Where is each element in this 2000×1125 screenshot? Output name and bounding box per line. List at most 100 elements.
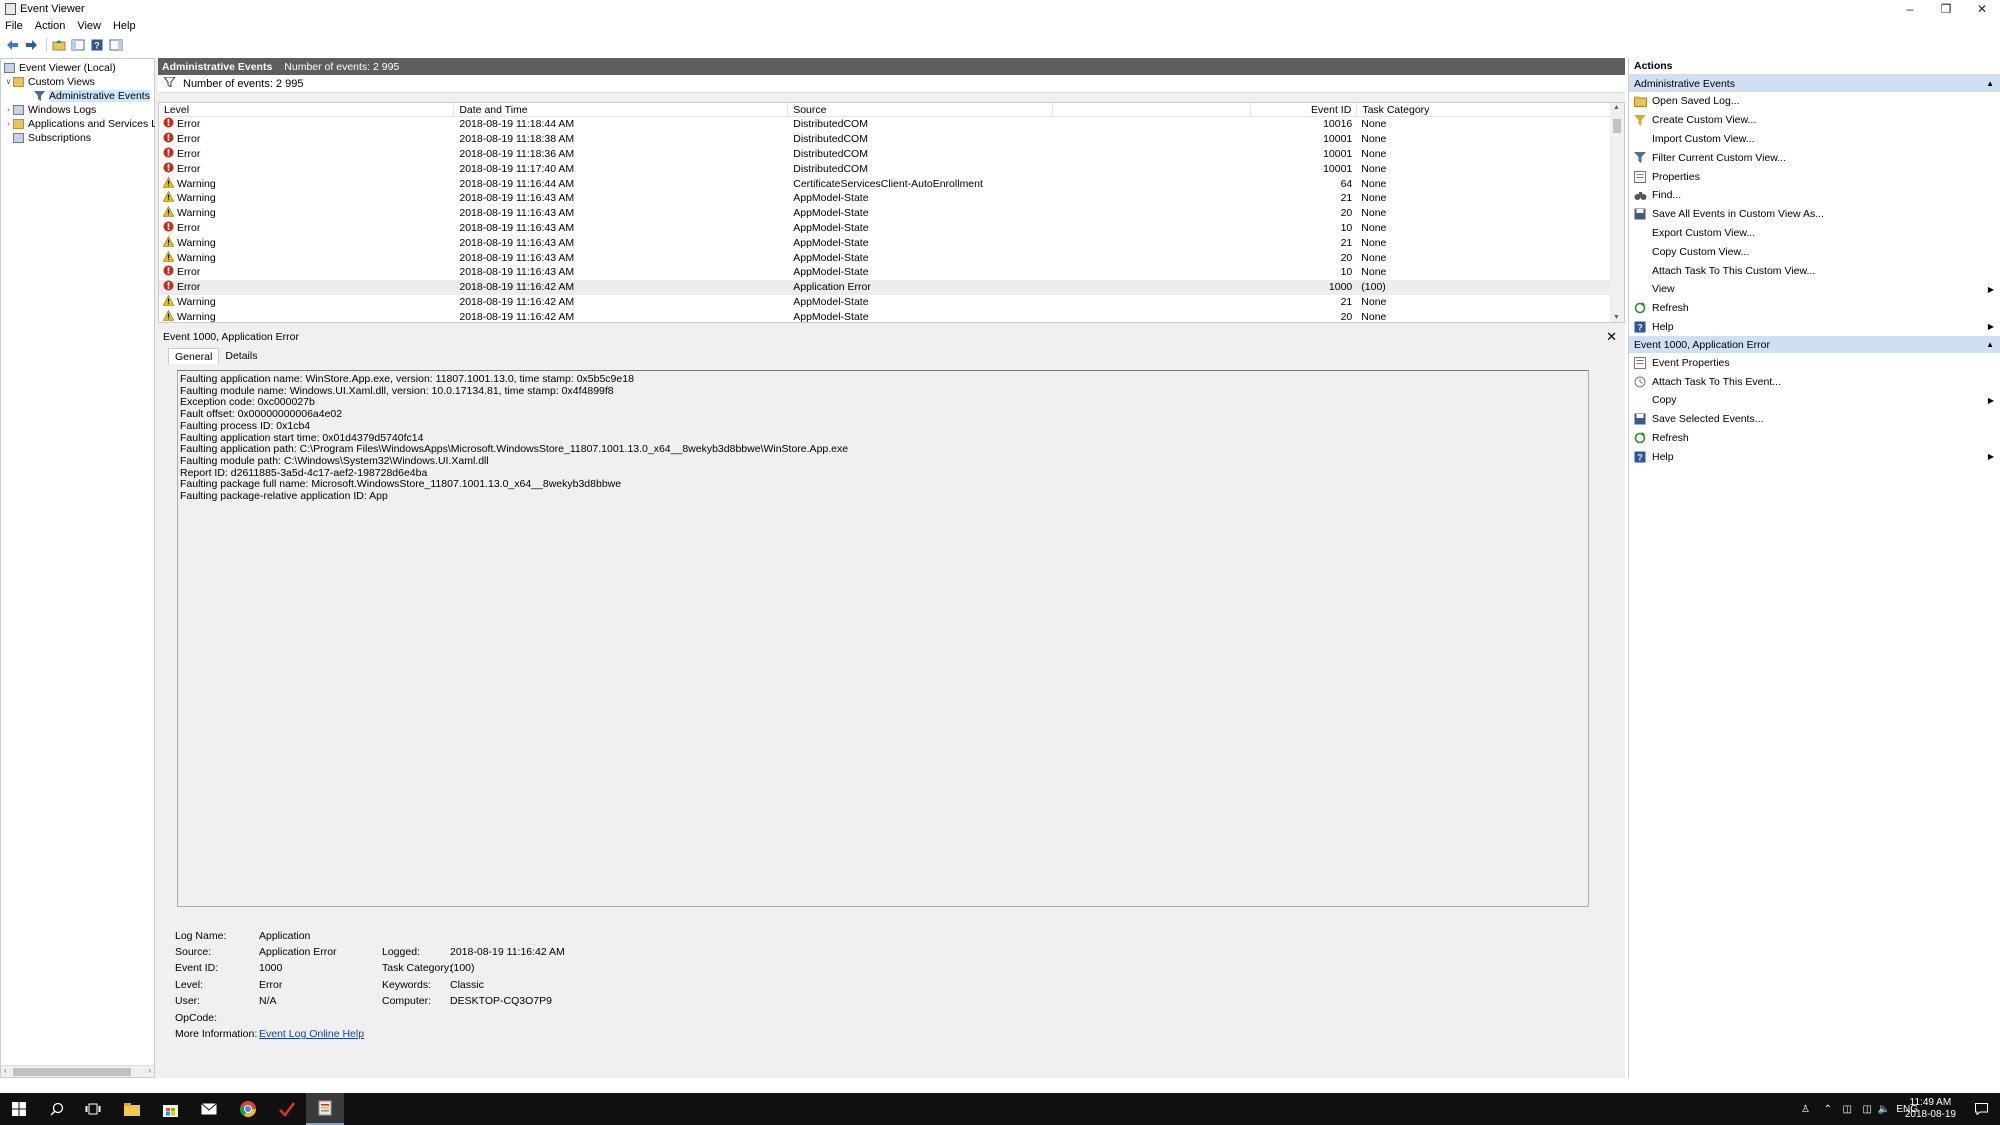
- column-header-level[interactable]: Level: [159, 103, 455, 117]
- minimize-button[interactable]: –: [1892, 0, 1928, 18]
- chevron-down-icon[interactable]: ∨: [4, 77, 13, 86]
- menu-action[interactable]: Action: [35, 20, 66, 32]
- table-row[interactable]: Warning 2018-08-19 11:16:42 AM AppModel-St…: [159, 309, 1624, 322]
- event-action-help[interactable]: ? Help ▶: [1629, 447, 2000, 466]
- event-action-copy[interactable]: Copy ▶: [1629, 391, 2000, 410]
- cell-task-category: None: [1361, 162, 1387, 175]
- event-log-online-help-link[interactable]: Event Log Online Help: [259, 1028, 364, 1040]
- show-hide-action-pane-icon[interactable]: [108, 37, 124, 53]
- table-row[interactable]: Warning 2018-08-19 11:16:44 AM Certificate…: [159, 176, 1624, 191]
- column-header-date[interactable]: Date and Time: [454, 103, 789, 117]
- chrome-icon[interactable]: [229, 1093, 267, 1125]
- back-arrow-icon[interactable]: [4, 37, 20, 53]
- table-row[interactable]: Warning 2018-08-19 11:16:43 AM AppModel-St…: [159, 235, 1624, 250]
- action-refresh[interactable]: Refresh: [1629, 299, 2000, 318]
- windows-start-icon[interactable]: [0, 1093, 38, 1125]
- file-explorer-icon[interactable]: [113, 1093, 151, 1125]
- table-row[interactable]: Error 2018-08-19 11:16:43 AM AppModel-Stat…: [159, 265, 1624, 280]
- action-create-custom-view[interactable]: Create Custom View...: [1629, 111, 2000, 130]
- people-icon[interactable]: ♙: [1801, 1093, 1810, 1125]
- event-description[interactable]: Faulting application name: WinStore.App.…: [177, 370, 1589, 907]
- action-save-all-events-in-custom-view-as[interactable]: Save All Events in Custom View As...: [1629, 205, 2000, 224]
- app-checkmark-icon[interactable]: [268, 1093, 306, 1125]
- table-row[interactable]: Warning 2018-08-19 11:16:43 AM AppModel-St…: [159, 191, 1624, 206]
- menu-help[interactable]: Help: [113, 20, 136, 32]
- column-header-task-category[interactable]: Task Category: [1357, 103, 1624, 117]
- collapse-icon[interactable]: ▲: [1986, 79, 1994, 88]
- search-icon[interactable]: [38, 1093, 76, 1125]
- action-copy-custom-view[interactable]: Copy Custom View...: [1629, 242, 2000, 261]
- show-hidden-icons-chevron-icon[interactable]: ⌃: [1824, 1093, 1832, 1125]
- action-view[interactable]: View ▶: [1629, 280, 2000, 299]
- tree-item-administrative-events[interactable]: Administrative Events: [34, 89, 150, 102]
- table-row[interactable]: Error 2018-08-19 11:17:40 AM DistributedCO…: [159, 161, 1624, 176]
- tree-item-windows-logs[interactable]: › Windows Logs: [4, 103, 96, 116]
- store-icon[interactable]: [151, 1093, 189, 1125]
- action-export-custom-view[interactable]: Export Custom View...: [1629, 224, 2000, 243]
- menu-view[interactable]: View: [77, 20, 101, 32]
- action-open-saved-log[interactable]: Open Saved Log...: [1629, 92, 2000, 111]
- events-table-body: Error 2018-08-19 11:18:44 AM DistributedCO…: [159, 117, 1624, 322]
- tree-item-applications-services[interactable]: › Applications and Services Lo: [4, 117, 163, 130]
- table-row[interactable]: Warning 2018-08-19 11:16:43 AM AppModel-St…: [159, 206, 1624, 221]
- tree-horizontal-scrollbar[interactable]: ‹ ›: [1, 1065, 154, 1077]
- table-row[interactable]: Warning 2018-08-19 11:16:42 AM AppModel-St…: [159, 294, 1624, 310]
- tab-details[interactable]: Details: [219, 348, 263, 364]
- actions-section-administrative-events[interactable]: Administrative Events ▲: [1629, 75, 2000, 92]
- scroll-left-arrow-icon[interactable]: ‹: [4, 1066, 7, 1075]
- scroll-down-arrow-icon[interactable]: ▼: [1613, 314, 1620, 321]
- table-row[interactable]: Error 2018-08-19 11:18:44 AM DistributedCO…: [159, 117, 1624, 132]
- restore-button[interactable]: ❐: [1928, 0, 1964, 18]
- column-header-event-id[interactable]: Event ID: [1251, 103, 1358, 117]
- collapse-icon[interactable]: ▲: [1986, 340, 1994, 349]
- table-row[interactable]: Error 2018-08-19 11:18:36 AM DistributedCO…: [159, 147, 1624, 162]
- scroll-right-arrow-icon[interactable]: ›: [148, 1066, 151, 1075]
- event-action-event-properties[interactable]: Event Properties: [1629, 353, 2000, 372]
- event-action-save-selected-events[interactable]: Save Selected Events...: [1629, 410, 2000, 429]
- scrollbar-thumb[interactable]: [1613, 119, 1621, 133]
- notifications-icon[interactable]: [1975, 1093, 1988, 1125]
- table-row[interactable]: Warning 2018-08-19 11:16:43 AM AppModel-St…: [159, 250, 1624, 265]
- power-icon[interactable]: ◫: [1863, 1093, 1872, 1125]
- cell-task-category: None: [1361, 118, 1387, 131]
- network-icon[interactable]: ◫: [1843, 1093, 1852, 1125]
- table-row[interactable]: Error 2018-08-19 11:18:38 AM DistributedCO…: [159, 132, 1624, 147]
- cell-level: Warning: [159, 309, 454, 322]
- menu-file[interactable]: File: [5, 20, 23, 32]
- action-filter-current-custom-view[interactable]: Filter Current Custom View...: [1629, 148, 2000, 167]
- cell-date: 2018-08-19 11:16:43 AM: [459, 251, 575, 264]
- action-import-custom-view[interactable]: Import Custom View...: [1629, 130, 2000, 149]
- action-help[interactable]: ? Help ▶: [1629, 318, 2000, 337]
- event-action-attach-task-to-this-event[interactable]: Attach Task To This Event...: [1629, 372, 2000, 391]
- event-action-refresh[interactable]: Refresh: [1629, 429, 2000, 448]
- scroll-up-arrow-icon[interactable]: ▲: [1613, 104, 1620, 111]
- close-icon[interactable]: ✕: [1606, 329, 1617, 345]
- column-header-source[interactable]: Source: [788, 103, 1053, 117]
- help-icon[interactable]: ?: [89, 37, 105, 53]
- action-properties[interactable]: Properties: [1629, 167, 2000, 186]
- task-view-icon[interactable]: [74, 1093, 112, 1125]
- detail-tabs: General Details: [168, 348, 263, 364]
- mail-icon[interactable]: [190, 1093, 228, 1125]
- events-vertical-scrollbar[interactable]: ▲ ▼: [1610, 103, 1624, 322]
- up-folder-icon[interactable]: [51, 37, 67, 53]
- volume-icon[interactable]: 🔈: [1878, 1093, 1890, 1125]
- table-row[interactable]: Error 2018-08-19 11:16:42 AM Application E…: [159, 279, 1624, 295]
- chevron-right-icon[interactable]: ›: [4, 119, 13, 128]
- tree-item-custom-views[interactable]: ∨ Custom Views: [4, 75, 95, 88]
- tree-item-subscriptions[interactable]: Subscriptions: [13, 131, 91, 144]
- table-row[interactable]: Error 2018-08-19 11:16:43 AM AppModel-Stat…: [159, 221, 1624, 236]
- clock[interactable]: 11:49 AM 2018-08-19: [1905, 1097, 1956, 1121]
- action-attach-task-to-this-custom-view[interactable]: Attach Task To This Custom View...: [1629, 261, 2000, 280]
- tab-general[interactable]: General: [168, 348, 220, 364]
- event-viewer-taskbar-icon[interactable]: [306, 1093, 344, 1125]
- action-find[interactable]: Find...: [1629, 186, 2000, 205]
- tree-item-event-viewer-local[interactable]: Event Viewer (Local): [4, 61, 116, 74]
- cell-event-id: 10001: [1323, 133, 1353, 146]
- close-button[interactable]: ✕: [1964, 0, 2000, 18]
- chevron-right-icon[interactable]: ›: [4, 105, 13, 114]
- scrollbar-thumb[interactable]: [13, 1068, 131, 1076]
- show-hide-tree-icon[interactable]: [70, 37, 86, 53]
- forward-arrow-icon[interactable]: [23, 37, 39, 53]
- actions-section-event[interactable]: Event 1000, Application Error ▲: [1629, 336, 2000, 354]
